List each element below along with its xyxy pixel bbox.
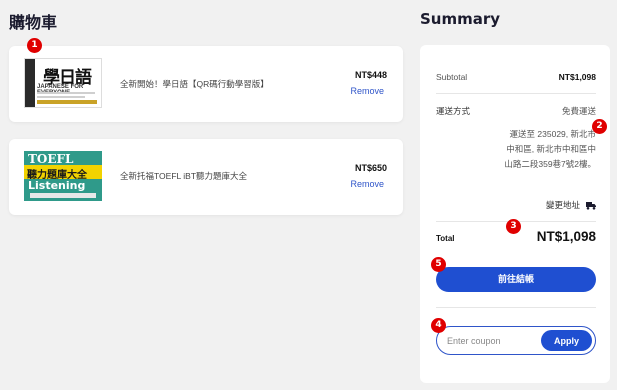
apply-coupon-button[interactable]: Apply — [541, 330, 592, 351]
cart-title: 購物車 — [9, 13, 58, 32]
annotation-marker: 4 — [431, 318, 446, 333]
cover-spine — [25, 59, 35, 107]
remove-link[interactable]: Remove — [350, 86, 384, 96]
remove-link[interactable]: Remove — [350, 179, 384, 189]
product-price: NT$650 — [354, 163, 387, 173]
divider — [436, 307, 596, 308]
cover-strip — [30, 193, 96, 198]
divider — [436, 93, 596, 94]
coupon-field: Apply — [436, 326, 596, 355]
subtotal-label: Subtotal — [436, 72, 468, 82]
cart-item: TOEFL 聽力題庫大全 Listening 全新托福TOEFL iBT聽力題庫… — [9, 139, 403, 215]
product-thumbnail[interactable]: 學日語 JAPANESE FOR EVERYONE — [24, 58, 102, 108]
summary-panel: Subtotal NT$1,098 運送方式 免費運送 運送至 235029, … — [420, 45, 610, 383]
annotation-marker: 2 — [592, 119, 607, 134]
checkout-button[interactable]: 前往結帳 — [436, 267, 596, 292]
product-price: NT$448 — [354, 70, 387, 80]
total-value: NT$1,098 — [536, 229, 596, 244]
annotation-marker: 1 — [27, 38, 42, 53]
cover-line — [37, 96, 85, 98]
coupon-input[interactable] — [447, 334, 537, 348]
cover-subtitle: Listening — [28, 179, 86, 192]
annotation-marker: 5 — [431, 257, 446, 272]
truck-icon — [586, 201, 596, 210]
cover-strip — [37, 100, 97, 104]
cover-subtitle: JAPANESE FOR EVERYONE — [37, 84, 84, 96]
shipping-address: 運送至 235029, 新北市 中和區, 新北市中和區中山路二段359巷7號2樓… — [504, 129, 596, 169]
cover-line — [37, 92, 95, 94]
product-name[interactable]: 全新開始！學日語【QR碼行動學習版】 — [120, 78, 269, 90]
shipping-label: 運送方式 — [436, 106, 471, 116]
cover-title: TOEFL — [28, 152, 74, 166]
summary-title: Summary — [420, 10, 501, 28]
product-thumbnail[interactable]: TOEFL 聽力題庫大全 Listening — [24, 151, 102, 201]
subtotal-value: NT$1,098 — [558, 72, 596, 82]
change-address-label: 變更地址 — [545, 200, 580, 210]
product-name[interactable]: 全新托福TOEFL iBT聽力題庫大全 — [120, 170, 247, 182]
total-label: Total — [436, 234, 455, 243]
cart-item: 學日語 JAPANESE FOR EVERYONE 全新開始！學日語【QR碼行動… — [9, 46, 403, 122]
annotation-marker: 3 — [506, 219, 521, 234]
shipping-value: 免費運送 — [561, 106, 596, 116]
change-address-link[interactable]: 變更地址 — [546, 199, 596, 211]
